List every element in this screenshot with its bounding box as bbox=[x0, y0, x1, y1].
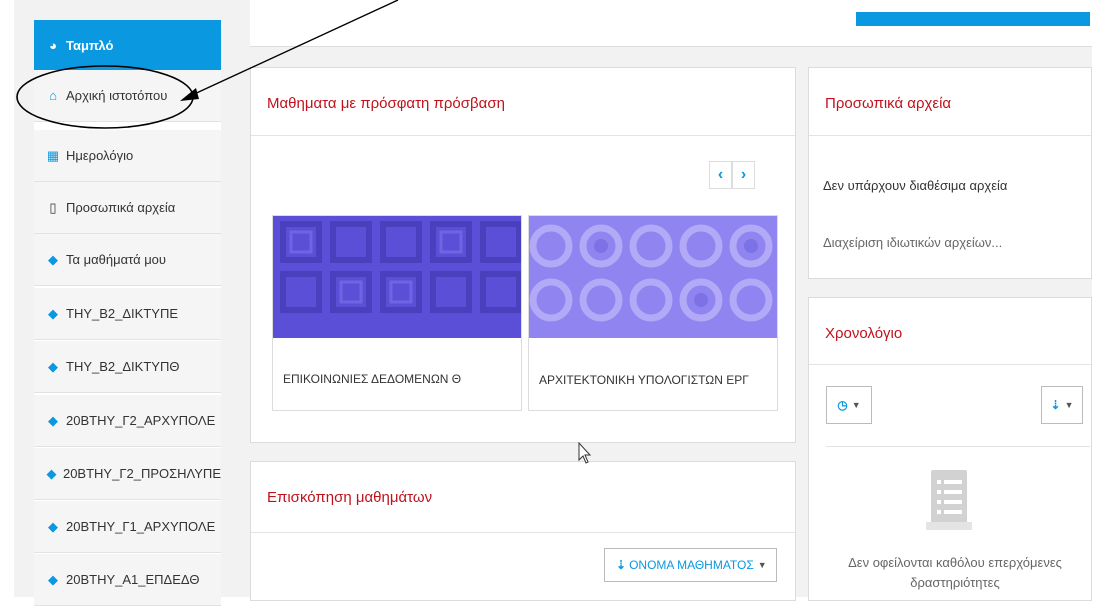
empty-line-2: δραστηριότητες bbox=[910, 575, 1000, 590]
manage-private-files-link[interactable]: Διαχείριση ιδιωτικών αρχείων... bbox=[823, 235, 1002, 250]
sidebar-item-label: Ταμπλό bbox=[66, 37, 114, 53]
calendar-icon: ▦ bbox=[46, 147, 60, 163]
top-accent-bar bbox=[856, 12, 1090, 26]
sidebar-item-label: Προσωπικά αρχεία bbox=[66, 200, 176, 215]
no-activities-icon bbox=[926, 470, 972, 530]
graduation-cap-icon: ◆ bbox=[48, 251, 58, 267]
course-card[interactable]: ΕΠΙΚΟΙΝΩΝΙΕΣ ΔΕΔΟΜΕΝΩΝ Θ bbox=[272, 215, 522, 411]
carousel-prev-button[interactable]: ‹ bbox=[709, 161, 732, 189]
sidebar-item-label: 20ΒΤΗΥ_Γ1_ΑΡΧΥΠΟΛΕ bbox=[66, 519, 216, 534]
private-files-card: Προσωπικά αρχεία Δεν υπάρχουν διαθέσιμα … bbox=[808, 67, 1092, 279]
empty-line-1: Δεν οφείλονται καθόλου επερχόμενες bbox=[848, 555, 1062, 570]
graduation-cap-icon: ◆ bbox=[48, 305, 58, 321]
sidebar-item-course[interactable]: ◆ 20ΒΤΗΥ_Γ2_ΠΡΟΣΗΛΥΠΕ bbox=[34, 448, 221, 500]
caret-down-icon: ▼ bbox=[851, 400, 861, 410]
timeline-filter-dropdown[interactable]: ◷ ▼ bbox=[826, 386, 872, 424]
course-overview-card: Επισκόπηση μαθημάτων ⇣ ΟΝΟΜΑ ΜΑΘΗΜΑΤΟΣ ▼ bbox=[250, 461, 796, 601]
graduation-cap-icon: ◆ bbox=[48, 412, 58, 428]
file-icon: ▯ bbox=[49, 199, 57, 215]
sidebar-item-label: 20ΒΤΗΥ_Γ2_ΑΡΧΥΠΟΛΕ bbox=[66, 413, 216, 428]
graduation-cap-icon: ◆ bbox=[46, 465, 57, 481]
course-name[interactable]: ΕΠΙΚΟΙΝΩΝΙΕΣ ΔΕΔΟΜΕΝΩΝ Θ bbox=[283, 372, 461, 386]
chevron-left-icon: ‹ bbox=[717, 166, 724, 183]
sort-label: ΟΝΟΜΑ ΜΑΘΗΜΑΤΟΣ bbox=[629, 558, 754, 572]
mouse-cursor-icon bbox=[578, 442, 592, 464]
divider bbox=[826, 446, 1090, 447]
home-icon: ⌂ bbox=[49, 88, 57, 103]
sort-icon: ⇣ bbox=[1050, 398, 1061, 412]
caret-down-icon: ▼ bbox=[1064, 400, 1074, 410]
clock-icon: ◷ bbox=[837, 398, 848, 412]
sidebar-item-course[interactable]: ◆ 20ΒΤΗΥ_Α1_ΕΠΔΕΔΘ bbox=[34, 554, 221, 606]
sidebar-item-label: 20ΒΤΗΥ_Γ2_ΠΡΟΣΗΛΥΠΕ bbox=[62, 466, 221, 481]
right-gutter bbox=[1092, 0, 1102, 597]
course-image bbox=[529, 216, 777, 338]
sidebar-item-label: Αρχική ιστοτόπου bbox=[66, 88, 168, 103]
timeline-title: Χρονολόγιο bbox=[825, 325, 903, 342]
sidebar-item-label: Τα μαθήματά μου bbox=[66, 252, 167, 267]
sidebar-item-label: ΤΗΥ_Β2_ΔΙΚΤΥΠΕ bbox=[66, 306, 178, 321]
divider bbox=[809, 364, 1091, 365]
sort-dropdown[interactable]: ⇣ ΟΝΟΜΑ ΜΑΘΗΜΑΤΟΣ ▼ bbox=[604, 548, 777, 582]
course-image bbox=[273, 216, 521, 338]
course-overview-title: Επισκόπηση μαθημάτων bbox=[267, 489, 433, 506]
caret-down-icon: ▼ bbox=[757, 560, 767, 570]
recent-courses-title: Μαθηματα με πρόσφατη πρόσβαση bbox=[267, 95, 505, 112]
sidebar-item-course[interactable]: ◆ 20ΒΤΗΥ_Γ1_ΑΡΧΥΠΟΛΕ bbox=[34, 501, 221, 553]
sidebar-nav: ◕ Ταμπλό ⌂ Αρχική ιστοτόπου ▦ Ημερολόγιο… bbox=[34, 20, 221, 606]
private-files-title: Προσωπικά αρχεία bbox=[825, 95, 952, 112]
divider bbox=[809, 135, 1091, 136]
course-name[interactable]: ΑΡΧΙΤΕΚΤΟΝΙΚΗ ΥΠΟΛΟΓΙΣΤΩΝ ΕΡΓ bbox=[539, 373, 749, 387]
sidebar-item-course[interactable]: ◆ 20ΒΤΗΥ_Γ2_ΑΡΧΥΠΟΛΕ bbox=[34, 395, 221, 447]
sidebar-item-course[interactable]: ◆ ΤΗΥ_Β2_ΔΙΚΤΥΠΘ bbox=[34, 341, 221, 393]
chevron-right-icon: › bbox=[740, 166, 747, 183]
divider bbox=[251, 532, 795, 533]
divider bbox=[251, 135, 795, 136]
sort-icon: ⇣ bbox=[616, 558, 627, 572]
dashboard-icon: ◕ bbox=[49, 37, 57, 53]
timeline-sort-dropdown[interactable]: ⇣ ▼ bbox=[1041, 386, 1083, 424]
sidebar-item-private-files[interactable]: ▯ Προσωπικά αρχεία bbox=[34, 182, 221, 234]
graduation-cap-icon: ◆ bbox=[48, 571, 58, 587]
course-card[interactable]: ΑΡΧΙΤΕΚΤΟΝΙΚΗ ΥΠΟΛΟΓΙΣΤΩΝ ΕΡΓ bbox=[528, 215, 778, 411]
graduation-cap-icon: ◆ bbox=[48, 358, 58, 374]
carousel-next-button[interactable]: › bbox=[732, 161, 755, 189]
recent-courses-card: Μαθηματα με πρόσφατη πρόσβαση ‹ › ΕΠΙΚΟΙ… bbox=[250, 67, 796, 443]
sidebar-item-label: 20ΒΤΗΥ_Α1_ΕΠΔΕΔΘ bbox=[66, 572, 200, 587]
sidebar-item-site-home[interactable]: ⌂ Αρχική ιστοτόπου bbox=[34, 70, 221, 122]
sidebar-item-dashboard[interactable]: ◕ Ταμπλό bbox=[34, 20, 221, 70]
sidebar-item-my-courses[interactable]: ◆ Τα μαθήματά μου bbox=[34, 234, 221, 286]
sidebar-item-calendar[interactable]: ▦ Ημερολόγιο bbox=[34, 130, 221, 182]
sidebar-item-course[interactable]: ◆ ΤΗΥ_Β2_ΔΙΚΤΥΠΕ bbox=[34, 288, 221, 340]
sidebar-item-label: ΤΗΥ_Β2_ΔΙΚΤΥΠΘ bbox=[66, 359, 180, 374]
no-files-text: Δεν υπάρχουν διαθέσιμα αρχεία bbox=[823, 178, 1008, 193]
sidebar-item-label: Ημερολόγιο bbox=[66, 148, 134, 163]
graduation-cap-icon: ◆ bbox=[48, 518, 58, 534]
left-gutter bbox=[0, 0, 14, 597]
no-upcoming-activities-text: Δεν οφείλονται καθόλου επερχόμενες δραστ… bbox=[820, 553, 1090, 593]
